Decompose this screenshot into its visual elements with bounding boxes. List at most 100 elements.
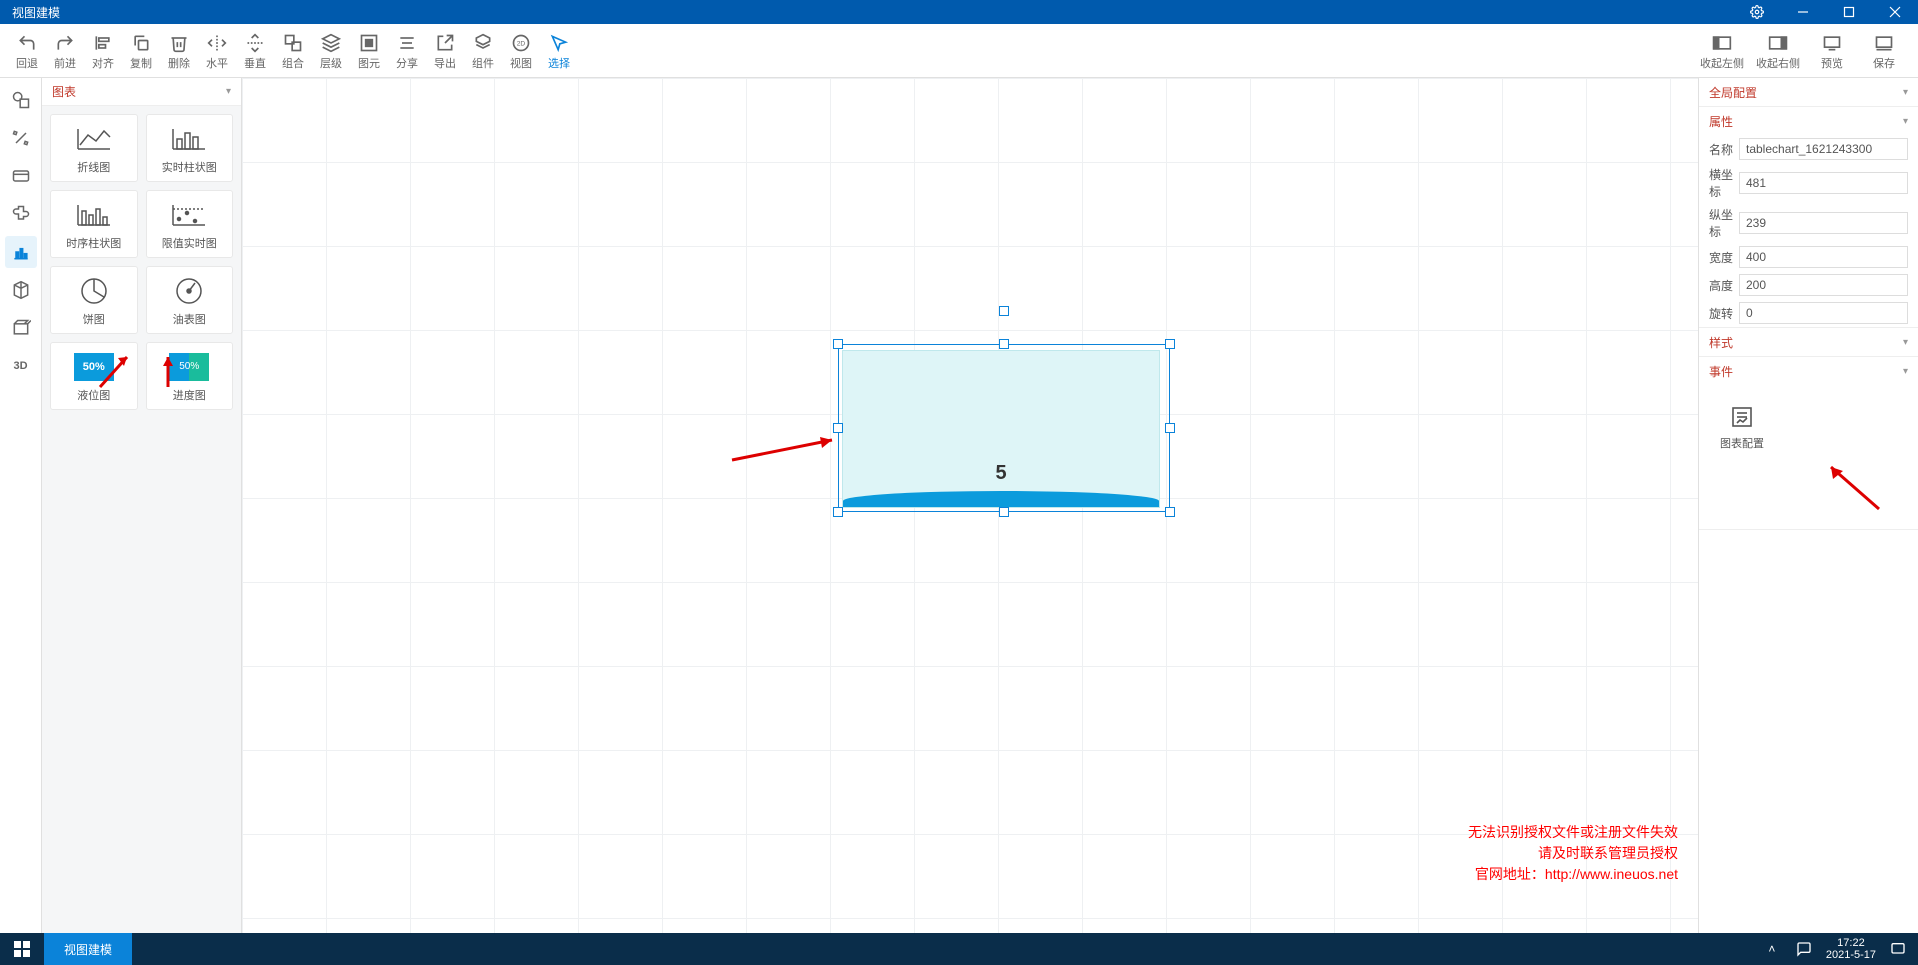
toolbar-share[interactable]: 分享 (388, 27, 426, 75)
chevron-down-icon: ▾ (1903, 337, 1908, 348)
resize-handle-mr[interactable] (1165, 423, 1175, 433)
liquid-wave (843, 491, 1159, 507)
license-link[interactable]: http://www.ineuos.net (1545, 866, 1678, 882)
toolbar-undo[interactable]: 回退 (8, 27, 46, 75)
chart-config-icon (1728, 403, 1756, 431)
properties-panel: 全局配置▾ 属性▾ 名称 横坐标 纵坐标 宽度 高度 旋转 样式▾ 事件▾ 图表… (1698, 78, 1918, 933)
palette-timeseries-bar[interactable]: 时序柱状图 (50, 190, 138, 258)
windows-taskbar: 视图建模 ˄ 17:22 2021-5-17 (0, 933, 1918, 965)
style-header[interactable]: 样式▾ (1699, 328, 1918, 356)
rail-shapes[interactable] (5, 84, 37, 116)
resize-handle-bm[interactable] (999, 507, 1009, 517)
prop-x-input[interactable] (1739, 172, 1908, 194)
toolbar-collapse-left[interactable]: 收起左侧 (1694, 27, 1750, 75)
prop-x-label: 横坐标 (1709, 166, 1739, 200)
toolbar-collapse-right[interactable]: 收起右侧 (1750, 27, 1806, 75)
chart-config-button[interactable]: 图表配置 (1707, 393, 1777, 461)
annotation-arrow-icon (1819, 459, 1899, 519)
resize-handle-bl[interactable] (833, 507, 843, 517)
toolbar-copy[interactable]: 复制 (122, 27, 160, 75)
svg-text:2D: 2D (517, 40, 526, 47)
toolbar-delete[interactable]: 删除 (160, 27, 198, 75)
events-header[interactable]: 事件▾ (1699, 357, 1918, 385)
palette-progress[interactable]: 50%进度图 (146, 342, 234, 410)
prop-name-input[interactable] (1739, 138, 1908, 160)
prop-rotate-label: 旋转 (1709, 305, 1739, 322)
chevron-down-icon: ▾ (1903, 366, 1908, 377)
toolbar-align[interactable]: 对齐 (84, 27, 122, 75)
palette-limit-realtime[interactable]: 限值实时图 (146, 190, 234, 258)
flip-vertical-icon (245, 31, 265, 55)
tray-action-center-icon[interactable] (1888, 933, 1908, 965)
select-icon (549, 31, 569, 55)
selected-chart-node[interactable]: 5 (838, 344, 1170, 512)
prop-height-input[interactable] (1739, 274, 1908, 296)
rail-devices[interactable] (5, 160, 37, 192)
settings-window-button[interactable] (1734, 0, 1780, 24)
taskbar-app[interactable]: 视图建模 (44, 933, 132, 965)
resize-handle-tl[interactable] (833, 339, 843, 349)
rail-charts[interactable] (5, 236, 37, 268)
toolbar-vertical[interactable]: 垂直 (236, 27, 274, 75)
toolbar-group[interactable]: 组合 (274, 27, 312, 75)
global-config-header[interactable]: 全局配置▾ (1699, 78, 1918, 106)
toolbar-horizontal[interactable]: 水平 (198, 27, 236, 75)
prop-y-input[interactable] (1739, 212, 1908, 234)
palette-header[interactable]: 图表 ▾ (42, 78, 241, 106)
close-window-button[interactable] (1872, 0, 1918, 24)
toolbar-component[interactable]: 组件 (464, 27, 502, 75)
collapse-left-icon (1712, 31, 1732, 55)
palette-pie[interactable]: 饼图 (50, 266, 138, 334)
palette-gauge[interactable]: 油表图 (146, 266, 234, 334)
minimize-window-button[interactable] (1780, 0, 1826, 24)
palette-line-chart[interactable]: 折线图 (50, 114, 138, 182)
design-canvas[interactable]: 5 无法识别授权文件或注册文件失效 请及时联系管理员授权 官网地址：http:/… (242, 78, 1698, 933)
redo-icon (55, 31, 75, 55)
toolbar-select[interactable]: 选择 (540, 27, 578, 75)
attributes-header[interactable]: 属性▾ (1699, 107, 1918, 135)
rotate-handle[interactable] (999, 306, 1009, 316)
rail-3d-model[interactable] (5, 312, 37, 344)
timeseries-bar-icon (70, 199, 118, 231)
resize-handle-tm[interactable] (999, 339, 1009, 349)
start-button[interactable] (0, 933, 44, 965)
palette-realtime-bar[interactable]: 实时柱状图 (146, 114, 234, 182)
toolbar-export[interactable]: 导出 (426, 27, 464, 75)
resize-handle-ml[interactable] (833, 423, 843, 433)
liquid-icon: 50% (70, 351, 118, 383)
tray-chevron-up-icon[interactable]: ˄ (1762, 933, 1782, 965)
chevron-down-icon: ▾ (1903, 116, 1908, 127)
rail-plugins[interactable] (5, 198, 37, 230)
toolbar-preview[interactable]: 预览 (1806, 27, 1858, 75)
toolbar-layer[interactable]: 层级 (312, 27, 350, 75)
preview-icon (1822, 31, 1842, 55)
toolbar-redo[interactable]: 前进 (46, 27, 84, 75)
toolbar-pixel[interactable]: 图元 (350, 27, 388, 75)
rail-3d-text[interactable]: 3D (5, 350, 37, 382)
palette-liquid[interactable]: 50%液位图 (50, 342, 138, 410)
prop-rotate-input[interactable] (1739, 302, 1908, 324)
group-icon (283, 31, 303, 55)
resize-handle-br[interactable] (1165, 507, 1175, 517)
export-icon (435, 31, 455, 55)
pie-chart-icon (70, 275, 118, 307)
taskbar-clock[interactable]: 17:22 2021-5-17 (1826, 937, 1876, 961)
maximize-window-button[interactable] (1826, 0, 1872, 24)
save-icon (1874, 31, 1894, 55)
toolbar-save[interactable]: 保存 (1858, 27, 1910, 75)
primitive-icon (359, 31, 379, 55)
liquid-chart-value: 5 (843, 462, 1159, 485)
view2d-icon: 2D (511, 31, 531, 55)
left-tool-rail: 3D (0, 78, 42, 933)
rail-3d-box[interactable] (5, 274, 37, 306)
component-icon (473, 31, 493, 55)
rail-effects[interactable] (5, 122, 37, 154)
prop-name-label: 名称 (1709, 141, 1739, 158)
liquid-chart-body: 5 (842, 350, 1160, 508)
component-palette: 图表 ▾ 折线图 实时柱状图 时序柱状图 限值实时图 饼图 油表图 50%液位图… (42, 78, 242, 933)
resize-handle-tr[interactable] (1165, 339, 1175, 349)
prop-width-input[interactable] (1739, 246, 1908, 268)
tray-notification-icon[interactable] (1794, 933, 1814, 965)
toolbar-view[interactable]: 2D视图 (502, 27, 540, 75)
prop-height-label: 高度 (1709, 277, 1739, 294)
